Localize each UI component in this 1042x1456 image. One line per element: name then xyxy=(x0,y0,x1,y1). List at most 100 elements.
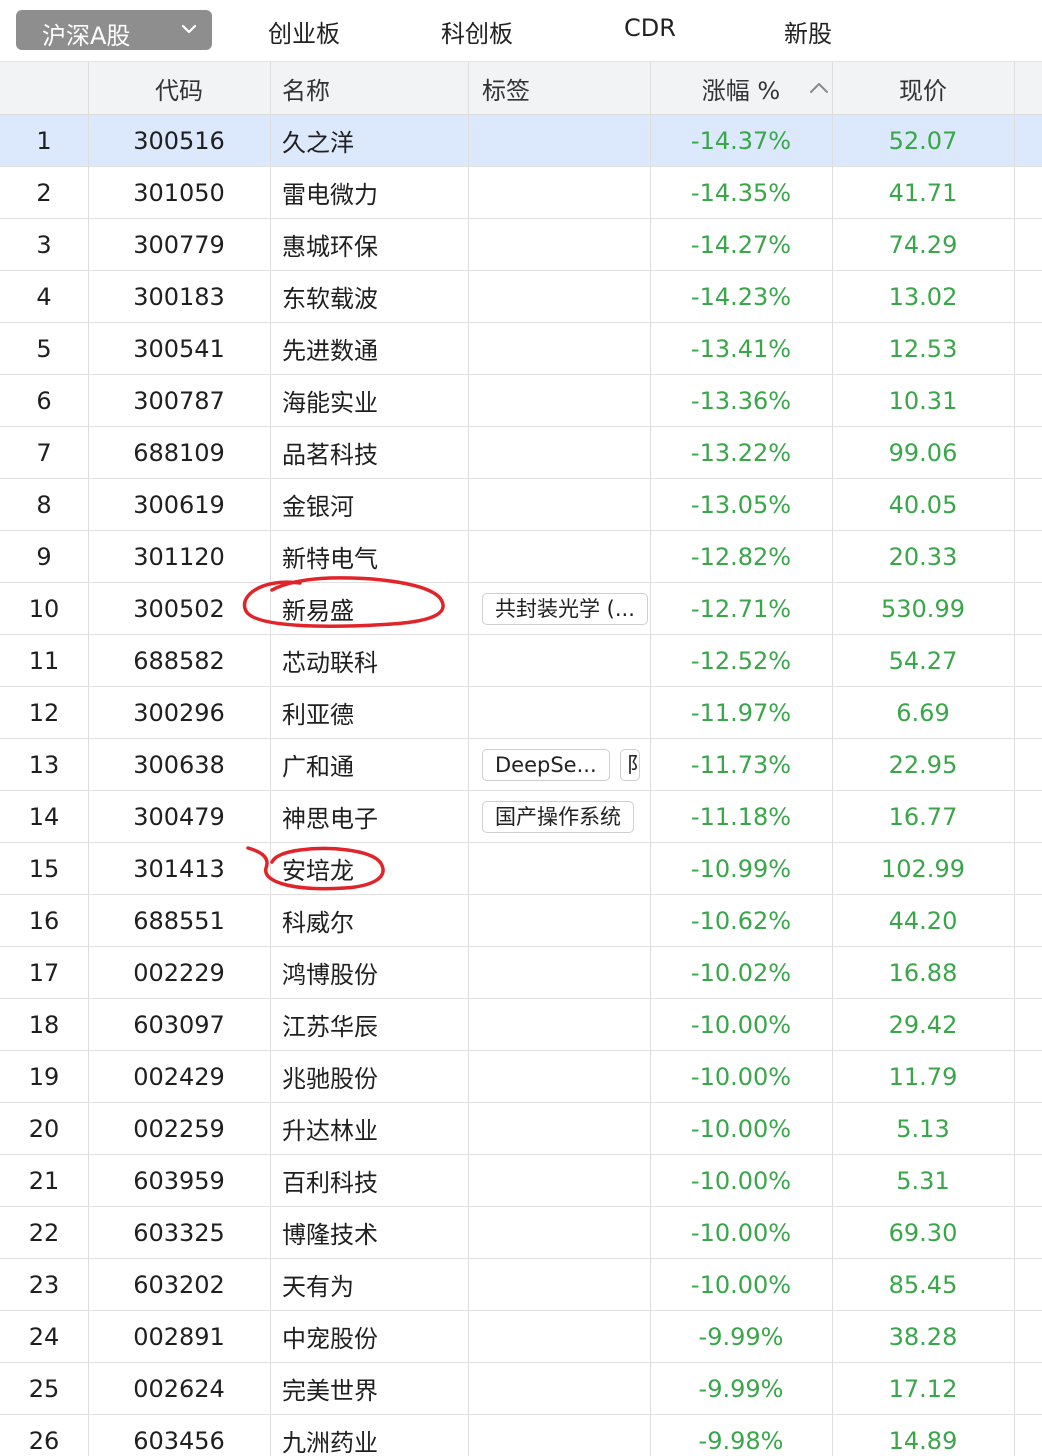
table-row[interactable]: 10 300502 新易盛 共封装光学 (... -12.71% 530.99 xyxy=(0,583,1042,635)
change-percent: -10.62% xyxy=(690,906,792,935)
tab-chinext[interactable]: 创业板 xyxy=(268,14,340,49)
table-row[interactable]: 3 300779 惠城环保 -14.27% 74.29 xyxy=(0,219,1042,271)
stock-name: 芯动联科 xyxy=(282,649,378,677)
stock-name: 新易盛 xyxy=(282,597,354,625)
table-row[interactable]: 18 603097 江苏华辰 -10.00% 29.42 xyxy=(0,999,1042,1051)
stock-name: 升达林业 xyxy=(282,1117,378,1145)
column-divider xyxy=(270,219,271,270)
table-row[interactable]: 7 688109 品茗科技 -13.22% 99.06 xyxy=(0,427,1042,479)
sort-asc-icon[interactable] xyxy=(808,80,830,96)
column-divider xyxy=(1014,427,1015,478)
table-row[interactable]: 8 300619 金银河 -13.05% 40.05 xyxy=(0,479,1042,531)
table-row[interactable]: 6 300787 海能实业 -13.36% 10.31 xyxy=(0,375,1042,427)
tab-new-stocks[interactable]: 新股 xyxy=(784,14,832,49)
tab-star-market[interactable]: 科创板 xyxy=(441,14,513,49)
current-price: 16.77 xyxy=(888,802,958,831)
column-divider xyxy=(88,947,89,998)
change-percent: -11.18% xyxy=(690,802,792,831)
table-row[interactable]: 1 300516 久之洋 -14.37% 52.07 xyxy=(0,115,1042,167)
tag-chip[interactable]: DeepSe... xyxy=(482,748,610,781)
tag-chip[interactable]: 阝 xyxy=(619,748,640,781)
table-row[interactable]: 20 002259 升达林业 -10.00% 5.13 xyxy=(0,1103,1042,1155)
column-divider xyxy=(468,635,469,686)
tag-chip[interactable]: 共封装光学 (... xyxy=(482,592,648,625)
column-divider xyxy=(650,219,651,270)
column-divider xyxy=(270,1259,271,1310)
row-index: 20 xyxy=(28,1114,60,1143)
stock-code: 002891 xyxy=(133,1322,225,1351)
table-row[interactable]: 26 603456 九洲药业 -9.98% 14.89 xyxy=(0,1415,1042,1456)
table-row[interactable]: 19 002429 兆驰股份 -10.00% 11.79 xyxy=(0,1051,1042,1103)
column-divider xyxy=(650,843,651,894)
stock-name: 海能实业 xyxy=(282,389,378,417)
table-row[interactable]: 11 688582 芯动联科 -12.52% 54.27 xyxy=(0,635,1042,687)
column-divider xyxy=(88,323,89,374)
column-divider xyxy=(1014,323,1015,374)
header-price[interactable]: 现价 xyxy=(832,62,1014,114)
change-percent: -9.98% xyxy=(698,1426,784,1455)
stock-name: 安培龙 xyxy=(282,857,354,885)
header-name[interactable]: 名称 xyxy=(270,62,468,114)
column-divider xyxy=(832,1259,833,1310)
row-index: 5 xyxy=(36,334,52,363)
table-row[interactable]: 14 300479 神思电子 国产操作系统 -11.18% 16.77 xyxy=(0,791,1042,843)
table-row[interactable]: 2 301050 雷电微力 -14.35% 41.71 xyxy=(0,167,1042,219)
column-divider xyxy=(832,1155,833,1206)
stock-tags xyxy=(468,687,650,738)
table-row[interactable]: 23 603202 天有为 -10.00% 85.45 xyxy=(0,1259,1042,1311)
row-index: 26 xyxy=(28,1426,60,1455)
table-row[interactable]: 15 301413 安培龙 -10.99% 102.99 xyxy=(0,843,1042,895)
market-dropdown[interactable]: 沪深A股 xyxy=(16,10,212,50)
column-divider xyxy=(650,479,651,530)
table-row[interactable]: 4 300183 东软载波 -14.23% 13.02 xyxy=(0,271,1042,323)
change-percent: -13.36% xyxy=(690,386,792,415)
column-divider xyxy=(88,427,89,478)
table-row[interactable]: 9 301120 新特电气 -12.82% 20.33 xyxy=(0,531,1042,583)
column-divider xyxy=(88,1363,89,1414)
table-row[interactable]: 16 688551 科威尔 -10.62% 44.20 xyxy=(0,895,1042,947)
stock-name: 完美世界 xyxy=(282,1377,378,1405)
column-divider xyxy=(832,323,833,374)
column-divider xyxy=(270,375,271,426)
stock-code: 688109 xyxy=(133,438,225,467)
column-divider xyxy=(88,635,89,686)
column-divider xyxy=(88,1207,89,1258)
stock-tags xyxy=(468,271,650,322)
tab-cdr[interactable]: CDR xyxy=(624,14,676,42)
table-row[interactable]: 17 002229 鸿博股份 -10.02% 16.88 xyxy=(0,947,1042,999)
header-tag[interactable]: 标签 xyxy=(468,62,650,114)
column-divider xyxy=(1014,895,1015,946)
row-index: 6 xyxy=(36,386,52,415)
column-divider xyxy=(650,427,651,478)
table-row[interactable]: 22 603325 博隆技术 -10.00% 69.30 xyxy=(0,1207,1042,1259)
change-percent: -10.00% xyxy=(690,1218,792,1247)
column-divider xyxy=(88,375,89,426)
row-index: 11 xyxy=(28,646,60,675)
current-price: 5.31 xyxy=(896,1166,950,1195)
change-percent: -10.00% xyxy=(690,1114,792,1143)
stock-name: 雷电微力 xyxy=(282,181,378,209)
market-dropdown-label: 沪深A股 xyxy=(42,22,131,50)
stock-tags: 国产操作系统 xyxy=(468,791,650,842)
header-code[interactable]: 代码 xyxy=(88,62,270,114)
table-row[interactable]: 12 300296 利亚德 -11.97% 6.69 xyxy=(0,687,1042,739)
column-divider xyxy=(468,1155,469,1206)
table-row[interactable]: 13 300638 广和通 DeepSe... 阝 -11.73% 22.95 xyxy=(0,739,1042,791)
column-divider xyxy=(1014,479,1015,530)
column-divider xyxy=(468,1103,469,1154)
table-row[interactable]: 24 002891 中宠股份 -9.99% 38.28 xyxy=(0,1311,1042,1363)
column-divider xyxy=(650,167,651,218)
column-divider xyxy=(88,219,89,270)
current-price: 17.12 xyxy=(888,1374,958,1403)
tag-chip[interactable]: 国产操作系统 xyxy=(482,800,634,833)
stock-name: 东软载波 xyxy=(282,285,378,313)
table-row[interactable]: 25 002624 完美世界 -9.99% 17.12 xyxy=(0,1363,1042,1415)
column-divider xyxy=(88,999,89,1050)
table-row[interactable]: 21 603959 百利科技 -10.00% 5.31 xyxy=(0,1155,1042,1207)
change-percent: -13.22% xyxy=(690,438,792,467)
stock-tags xyxy=(468,1363,650,1414)
column-divider xyxy=(88,271,89,322)
header-change[interactable]: 涨幅 % xyxy=(650,62,832,114)
table-row[interactable]: 5 300541 先进数通 -13.41% 12.53 xyxy=(0,323,1042,375)
stock-tags xyxy=(468,895,650,946)
